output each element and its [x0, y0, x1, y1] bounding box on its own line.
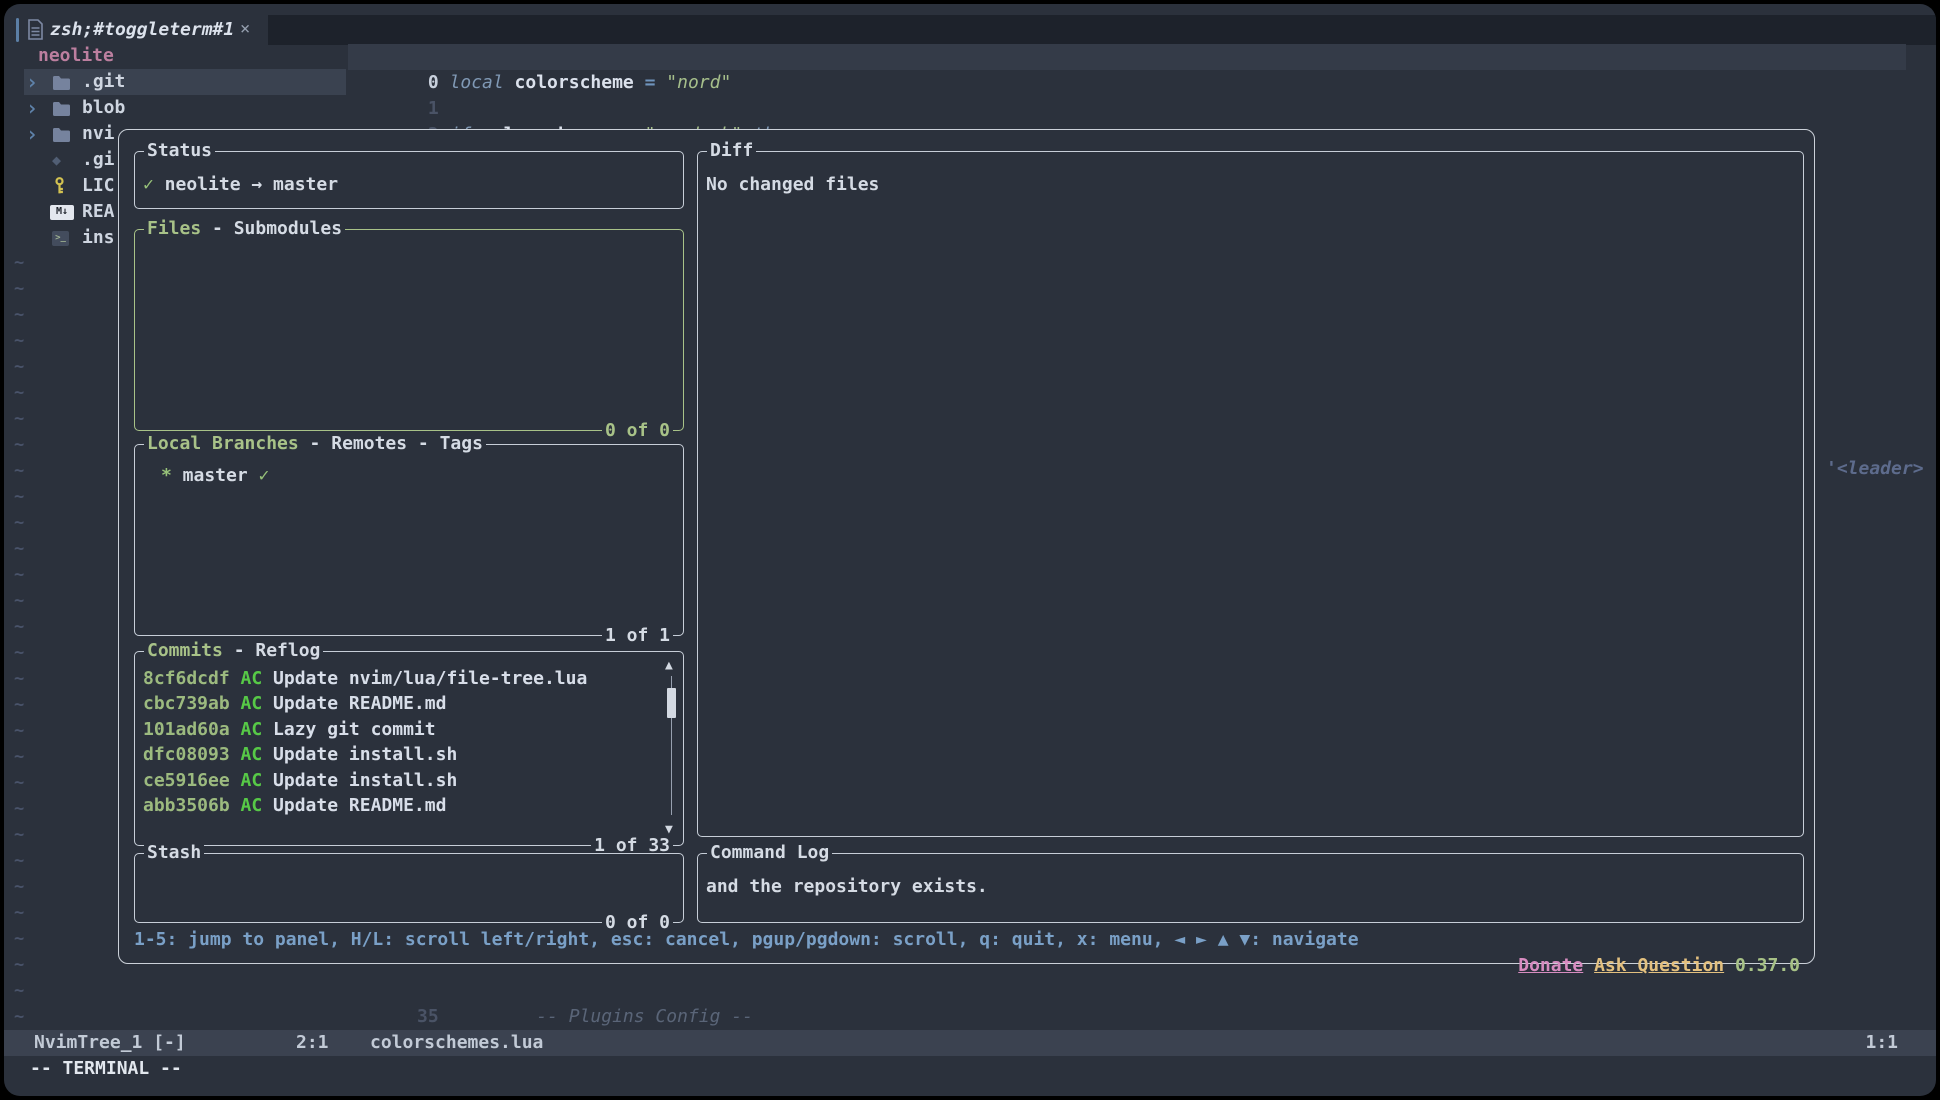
panel-count: 0 of 0: [602, 419, 673, 443]
chevron-right-icon: ›: [26, 69, 40, 95]
scroll-up-icon[interactable]: ▲: [665, 658, 673, 673]
keybind-help-bar: 1-5: jump to panel, H/L: scroll left/rig…: [134, 927, 1359, 953]
code-line-35[interactable]: 35-- Plugins Config --: [352, 978, 753, 1004]
tabline-fill: [268, 15, 1936, 45]
panel-title: Commits - Reflog: [144, 639, 323, 663]
commit-message: Update install.sh: [273, 744, 457, 765]
tab-accent-bar: [16, 18, 19, 42]
tree-item-git[interactable]: › .git: [4, 69, 346, 95]
commit-row[interactable]: abb3506b AC Update README.md: [135, 793, 683, 818]
panel-count: 1 of 1: [602, 624, 673, 648]
commit-author: AC: [241, 693, 263, 714]
lazygit-footer-links: DonateAsk Question0.37.0: [1453, 927, 1800, 953]
empty-line-tildes: ~~~~~~~~~~~~~~~~~~~~~~~~~~~~~~: [14, 250, 34, 1030]
lazygit-branches-panel[interactable]: Local Branches - Remotes - Tags *master✓…: [134, 444, 684, 636]
commit-row[interactable]: dfc08093 AC Update install.sh: [135, 742, 683, 767]
panel-title: Local Branches - Remotes - Tags: [144, 432, 486, 456]
leader-hint-text: '<leader>: [1826, 456, 1924, 482]
commit-row[interactable]: cbc739ab AC Update README.md: [135, 691, 683, 716]
commit-hash: 101ad60a: [143, 719, 230, 740]
statusline-buffer-name: NvimTree_1 [-]: [34, 1030, 186, 1056]
donate-link[interactable]: Donate: [1518, 955, 1583, 976]
commit-author: AC: [241, 719, 263, 740]
check-icon: ✓: [259, 465, 270, 486]
chevron-right-icon: ›: [26, 121, 40, 147]
commit-message: Update README.md: [273, 693, 446, 714]
lazygit-stash-panel[interactable]: Stash 0 of 0: [134, 853, 684, 923]
commit-author: AC: [241, 744, 263, 765]
commit-row[interactable]: ce5916ee AC Update install.sh: [135, 768, 683, 793]
commit-author: AC: [241, 795, 263, 816]
commit-hash: dfc08093: [143, 744, 230, 765]
version-label: 0.37.0: [1735, 955, 1800, 976]
tab-close-icon[interactable]: ×: [240, 15, 250, 45]
chevron-right-icon: ›: [26, 95, 40, 121]
commit-hash: 8cf6dcdf: [143, 668, 230, 689]
statusline-cursor: 1:1: [1865, 1030, 1898, 1056]
commit-row[interactable]: 8cf6dcdf AC Update nvim/lua/file-tree.lua: [135, 666, 683, 691]
lazygit-window: Status ✓neolite → master Files - Submodu…: [118, 129, 1815, 964]
code-line-2[interactable]: 2ifcolorscheme=="onedark"then: [352, 96, 796, 122]
commit-hash: cbc739ab: [143, 693, 230, 714]
check-icon: ✓: [143, 174, 154, 195]
scrollbar-thumb[interactable]: [667, 688, 676, 718]
lazygit-diff-panel[interactable]: Diff No changed files: [697, 151, 1804, 837]
terminal-script-icon: >_: [52, 225, 76, 251]
panel-title: Diff: [707, 139, 756, 163]
commit-message: Update install.sh: [273, 770, 457, 791]
status-branch-row: ✓neolite → master: [135, 172, 683, 198]
current-branch-star: *: [161, 465, 172, 486]
tree-item-blob[interactable]: › blob: [4, 95, 346, 121]
document-icon: [27, 19, 44, 44]
diff-content: No changed files: [698, 172, 1803, 198]
statusline-position: 2:1: [296, 1030, 329, 1056]
folder-icon: [52, 121, 76, 147]
commit-author: AC: [241, 668, 263, 689]
commit-hash: abb3506b: [143, 795, 230, 816]
folder-icon: [52, 95, 76, 121]
commit-message: Update README.md: [273, 795, 446, 816]
lazygit-files-panel[interactable]: Files - Submodules 0 of 0: [134, 229, 684, 431]
statusline: NvimTree_1 [-] 2:1 colorschemes.lua 1:1: [4, 1030, 1936, 1056]
branch-row[interactable]: *master✓: [135, 463, 683, 489]
commit-message: Update nvim/lua/file-tree.lua: [273, 668, 587, 689]
lazygit-command-log-panel[interactable]: Command Log and the repository exists.: [697, 853, 1804, 923]
panel-title: Files - Submodules: [144, 217, 345, 241]
code-line-36[interactable]: 36diagnostics={: [352, 1004, 699, 1030]
statusline-filename: colorschemes.lua: [370, 1030, 543, 1056]
tabline: zsh;#toggleterm#1 ×: [4, 15, 1936, 45]
diamond-file-icon: ◆: [52, 147, 76, 173]
panel-title: Status: [144, 139, 215, 163]
markdown-icon: M↓: [50, 199, 74, 225]
tab-title[interactable]: zsh;#toggleterm#1: [50, 15, 234, 45]
lazygit-commits-panel[interactable]: Commits - Reflog 8cf6dcdfACUpdate nvim/l…: [134, 651, 684, 846]
code-line-1[interactable]: 1: [352, 70, 450, 96]
commit-message: Lazy git commit: [273, 719, 436, 740]
folder-icon: [52, 69, 76, 95]
mode-indicator: -- TERMINAL --: [30, 1056, 182, 1082]
commit-author: AC: [241, 770, 263, 791]
terminal-window: zsh;#toggleterm#1 × neolite › .git › blo…: [4, 4, 1936, 1096]
command-log-content: and the repository exists.: [698, 874, 1803, 900]
ask-question-link[interactable]: Ask Question: [1594, 955, 1724, 976]
lazygit-status-panel[interactable]: Status ✓neolite → master: [134, 151, 684, 209]
scrollbar[interactable]: ▲ ▼: [665, 662, 679, 831]
panel-title: Command Log: [707, 841, 832, 865]
filetree-root[interactable]: neolite: [4, 43, 346, 69]
key-icon: [52, 173, 76, 199]
commit-hash: ce5916ee: [143, 770, 230, 791]
code-line-0[interactable]: 0localcolorscheme="nord": [352, 44, 731, 70]
panel-title: Stash: [144, 841, 204, 865]
commit-row[interactable]: 101ad60a AC Lazy git commit: [135, 717, 683, 742]
